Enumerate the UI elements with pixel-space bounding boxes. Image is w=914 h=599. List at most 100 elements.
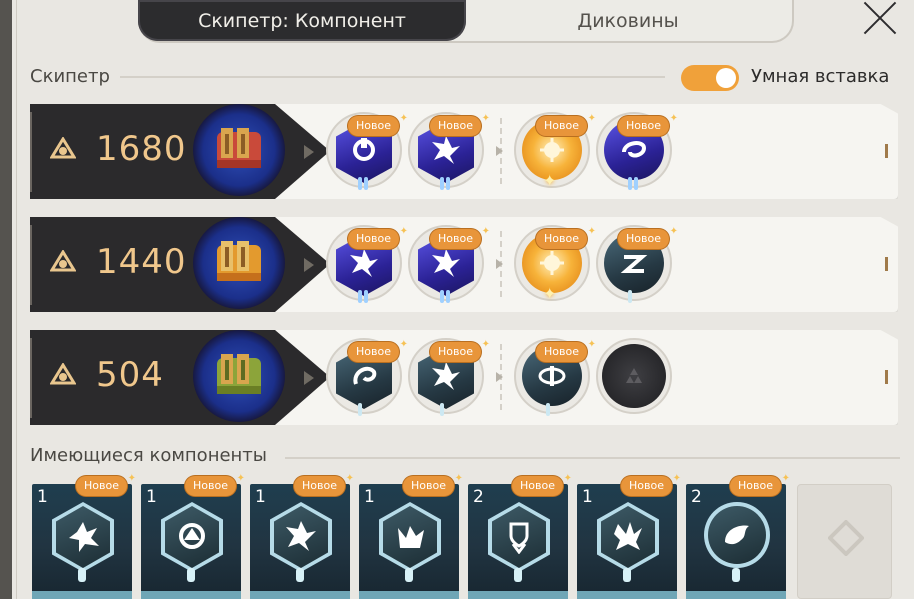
shield-icon — [509, 522, 529, 554]
section-title: Скипетр — [30, 66, 110, 87]
row-arrow-icon — [304, 371, 314, 385]
left-frame-strip — [0, 0, 12, 599]
new-badge: Новое — [185, 469, 245, 496]
component-slot[interactable]: Новое ✦ — [514, 109, 596, 192]
card-level-pip — [732, 568, 740, 582]
flame-wing-icon — [725, 525, 749, 545]
row-end-mark — [885, 144, 888, 158]
component-card[interactable]: 1 Новое — [359, 469, 463, 599]
component-slot[interactable]: Новое — [326, 109, 408, 192]
component-slot[interactable]: Новое — [596, 109, 678, 192]
card-rarity-bar — [577, 591, 677, 599]
row-arrow-icon — [304, 145, 314, 159]
component-slot[interactable]: Новое — [326, 222, 408, 305]
toggle-knob — [716, 68, 736, 88]
card-level-pip — [623, 568, 631, 582]
new-badge: Новое — [76, 469, 136, 496]
sun-icon — [540, 138, 564, 162]
scepter-icon[interactable] — [193, 330, 285, 425]
shard-icon — [286, 521, 316, 551]
power-icon — [50, 250, 76, 272]
card-count: 1 — [364, 487, 375, 507]
section-divider — [120, 76, 665, 78]
component-slot[interactable]: Новое — [514, 335, 596, 418]
diamond-placeholder-icon — [828, 520, 864, 556]
spiral-icon — [620, 255, 648, 273]
row-end-mark — [885, 370, 888, 384]
card-level-pip — [187, 568, 195, 582]
card-count: 2 — [473, 487, 484, 507]
card-rarity-bar — [250, 591, 350, 599]
empty-component-card — [797, 484, 892, 599]
scepter-icon[interactable] — [193, 217, 285, 312]
sun-icon — [540, 251, 564, 275]
scepter-body-icon — [217, 354, 261, 394]
level-pip — [440, 288, 452, 303]
component-slot[interactable]: Новое — [596, 222, 678, 305]
close-icon[interactable] — [858, 0, 902, 36]
component-card[interactable]: 2 Новое — [468, 469, 572, 599]
level-pip — [628, 288, 640, 303]
scepter-row[interactable]: 504 Новое Новое Новое — [30, 330, 898, 425]
available-divider — [285, 457, 900, 459]
component-slot[interactable]: Новое — [408, 222, 490, 305]
component-card[interactable]: 1 Новое — [32, 469, 136, 599]
card-level-pip — [405, 568, 413, 582]
tab-curios[interactable]: Диковины — [464, 0, 792, 41]
card-count: 2 — [691, 487, 702, 507]
new-badge: Новое — [730, 469, 790, 496]
level-pip — [358, 401, 370, 416]
new-badge: Новое — [536, 335, 596, 362]
slot-arrow-icon — [496, 259, 503, 269]
scepter-icon[interactable] — [193, 104, 285, 199]
component-card[interactable]: 1 Новое — [577, 469, 681, 599]
new-badge: Новое — [348, 222, 408, 249]
explosion-icon — [69, 522, 99, 552]
component-card[interactable]: 2 Новое — [686, 469, 790, 599]
row-end-mark — [885, 257, 888, 271]
component-slot[interactable]: Новое — [408, 109, 490, 192]
card-count: 1 — [255, 487, 266, 507]
card-level-pip — [514, 568, 522, 582]
triforce-icon — [626, 368, 642, 383]
row-edge-mark — [30, 112, 36, 192]
new-badge: Новое — [430, 335, 490, 362]
new-badge: Новое — [348, 109, 408, 136]
level-pip — [358, 175, 370, 190]
star-pip-icon: ✦ — [543, 171, 557, 190]
component-slot[interactable]: Новое — [326, 335, 408, 418]
card-rarity-bar — [686, 591, 786, 599]
tab-scepter-component[interactable]: Скипетр: Компонент — [138, 0, 466, 41]
slot-arrow-icon — [496, 146, 503, 156]
new-badge: Новое — [618, 109, 678, 136]
component-slot[interactable]: Новое — [408, 335, 490, 418]
smart-insert-toggle[interactable] — [681, 65, 739, 91]
row-edge-mark — [30, 225, 36, 305]
card-count: 1 — [146, 487, 157, 507]
new-badge: Новое — [348, 335, 408, 362]
star-pip-icon: ✦ — [543, 284, 557, 303]
component-card[interactable]: 1 Новое — [250, 469, 354, 599]
burst-icon — [353, 138, 375, 161]
row-power-value: 1680 — [96, 129, 187, 169]
card-level-pip — [296, 568, 304, 582]
scepter-row[interactable]: 1680 Новое Новое Новое ✦ — [30, 104, 898, 199]
level-pip — [628, 175, 640, 190]
crown-burst-icon — [398, 526, 424, 548]
row-power-value: 504 — [96, 355, 164, 395]
new-badge: Новое — [294, 469, 354, 496]
card-level-pip — [78, 568, 86, 582]
new-badge: Новое — [403, 469, 463, 496]
empty-slot[interactable] — [596, 338, 674, 418]
scepter-row[interactable]: 1440 Новое Новое Новое ✦ — [30, 217, 898, 312]
new-badge: Новое — [536, 109, 596, 136]
row-arrow-icon — [304, 258, 314, 272]
card-count: 1 — [582, 487, 593, 507]
component-slot[interactable]: Новое ✦ — [514, 222, 596, 305]
swirl-icon — [622, 141, 647, 158]
card-rarity-bar — [32, 591, 132, 599]
component-card[interactable]: 1 Новое — [141, 469, 245, 599]
power-icon — [50, 363, 76, 385]
power-icon — [50, 137, 76, 159]
level-pip — [440, 175, 452, 190]
